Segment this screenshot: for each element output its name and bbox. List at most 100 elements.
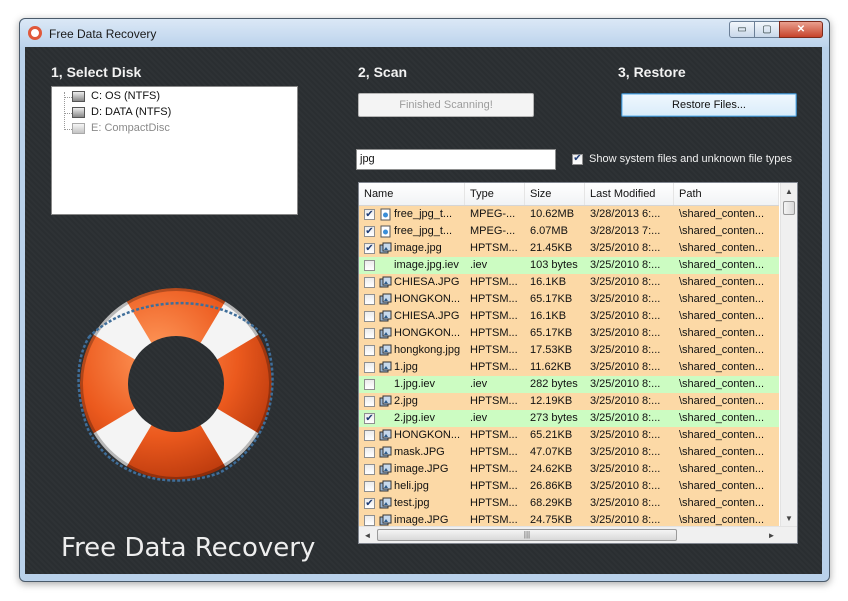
- vertical-scroll-thumb[interactable]: [783, 201, 795, 215]
- row-checkbox[interactable]: [364, 294, 375, 305]
- column-header-type[interactable]: Type: [465, 183, 525, 205]
- table-row[interactable]: ✔ free_jpg_t... MPEG-... 6.07MB 3/28/2013 7:…: [359, 223, 779, 240]
- cell-name: CHIESA.JPG: [359, 308, 465, 325]
- cell-path: \shared_conten...: [679, 242, 765, 254]
- title-bar[interactable]: Free Data Recovery ▭ ▢ ✕: [20, 19, 829, 47]
- column-header-size[interactable]: Size: [525, 183, 585, 205]
- row-checkbox[interactable]: [364, 396, 375, 407]
- minimize-button[interactable]: ▭: [729, 21, 755, 38]
- show-system-files-label: Show system files and unknown file types: [589, 153, 792, 165]
- cell-modified: 3/25/2010 8:...: [590, 446, 661, 458]
- cell-name: mask.JPG: [359, 444, 465, 461]
- cell-modified: 3/25/2010 8:...: [590, 480, 661, 492]
- row-checkbox[interactable]: [364, 277, 375, 288]
- file-list[interactable]: Name Type Size Last Modified Path ✔ free_…: [358, 182, 798, 544]
- scan-button[interactable]: Finished Scanning!: [358, 93, 534, 117]
- main-panel: 1, Select Disk 2, Scan 3, Restore C: OS …: [25, 47, 822, 574]
- cell-size: 65.21KB: [530, 429, 573, 441]
- cell-type: HPTSM...: [470, 293, 518, 305]
- file-name: test.jpg: [394, 497, 430, 509]
- row-checkbox[interactable]: [364, 464, 375, 475]
- disk-item-c[interactable]: C: OS (NTFS): [72, 90, 160, 102]
- row-checkbox[interactable]: [364, 447, 375, 458]
- vertical-scrollbar[interactable]: ▲ ▼: [780, 183, 797, 527]
- column-header-last-modified[interactable]: Last Modified: [585, 183, 674, 205]
- table-row[interactable]: ✔ 2.jpg.iev .iev 273 bytes 3/25/2010 8:... \s…: [359, 410, 779, 427]
- row-checkbox[interactable]: ✔: [364, 209, 375, 220]
- table-row[interactable]: ✔ test.jpg HPTSM... 68.29KB 3/25/2010 8:... \…: [359, 495, 779, 512]
- cell-name: HONGKON...: [359, 427, 465, 444]
- table-row[interactable]: 1.jpg.iev .iev 282 bytes 3/25/2010 8:... \sh…: [359, 376, 779, 393]
- cell-modified: 3/25/2010 8:...: [590, 497, 661, 509]
- file-name: image.jpg.iev: [394, 259, 459, 271]
- row-checkbox[interactable]: ✔: [364, 413, 375, 424]
- restore-files-button[interactable]: Restore Files...: [621, 93, 797, 117]
- file-name: free_jpg_t...: [394, 208, 453, 220]
- table-row[interactable]: heli.jpg HPTSM... 26.86KB 3/25/2010 8:... \s…: [359, 478, 779, 495]
- table-row[interactable]: image.JPG HPTSM... 24.62KB 3/25/2010 8:... \…: [359, 461, 779, 478]
- row-checkbox[interactable]: [364, 515, 375, 526]
- cell-path: \shared_conten...: [679, 327, 765, 339]
- scroll-up-arrow[interactable]: ▲: [781, 183, 797, 200]
- cell-name: heli.jpg: [359, 478, 465, 495]
- table-row[interactable]: 1.jpg HPTSM... 11.62KB 3/25/2010 8:... \shar…: [359, 359, 779, 376]
- file-name: 1.jpg.iev: [394, 378, 435, 390]
- disk-tree[interactable]: C: OS (NTFS) D: DATA (NTFS) E: CompactDi…: [51, 86, 298, 215]
- tree-connector: [64, 113, 72, 114]
- row-checkbox[interactable]: [364, 311, 375, 322]
- table-row[interactable]: ✔ image.jpg HPTSM... 21.45KB 3/25/2010 8:...…: [359, 240, 779, 257]
- cell-path: \shared_conten...: [679, 276, 765, 288]
- close-button[interactable]: ✕: [779, 21, 823, 38]
- cell-name: hongkong.jpg: [359, 342, 465, 359]
- table-row[interactable]: CHIESA.JPG HPTSM... 16.1KB 3/25/2010 8:... \…: [359, 274, 779, 291]
- cell-path: \shared_conten...: [679, 446, 765, 458]
- table-row[interactable]: ✔ free_jpg_t... MPEG-... 10.62MB 3/28/2013 6…: [359, 206, 779, 223]
- show-system-files-checkbox[interactable]: ✔: [572, 153, 583, 165]
- image-group-icon: [379, 361, 392, 373]
- row-checkbox[interactable]: [364, 379, 375, 390]
- row-checkbox[interactable]: [364, 345, 375, 356]
- cell-size: 273 bytes: [530, 412, 578, 424]
- horizontal-scrollbar[interactable]: ◄ ||| ►: [359, 526, 797, 543]
- cell-modified: 3/25/2010 8:...: [590, 378, 661, 390]
- table-row[interactable]: mask.JPG HPTSM... 47.07KB 3/25/2010 8:... \s…: [359, 444, 779, 461]
- cell-size: 16.1KB: [530, 310, 567, 322]
- row-checkbox[interactable]: [364, 481, 375, 492]
- row-checkbox[interactable]: ✔: [364, 498, 375, 509]
- row-checkbox[interactable]: ✔: [364, 243, 375, 254]
- scroll-left-arrow[interactable]: ◄: [359, 527, 376, 543]
- table-row[interactable]: HONGKON... HPTSM... 65.17KB 3/25/2010 8:...…: [359, 291, 779, 308]
- horizontal-scroll-thumb[interactable]: |||: [377, 529, 677, 541]
- row-checkbox[interactable]: [364, 328, 375, 339]
- cell-size: 6.07MB: [530, 225, 568, 237]
- cell-size: 103 bytes: [530, 259, 578, 271]
- cell-path: \shared_conten...: [679, 361, 765, 373]
- brand-title: Free Data Recovery: [61, 533, 316, 563]
- cell-path: \shared_conten...: [679, 497, 765, 509]
- table-row[interactable]: HONGKON... HPTSM... 65.21KB 3/25/2010 8:...…: [359, 427, 779, 444]
- column-header-path[interactable]: Path: [674, 183, 779, 205]
- cell-modified: 3/25/2010 8:...: [590, 259, 661, 271]
- cell-modified: 3/28/2013 6:...: [590, 208, 661, 220]
- table-row[interactable]: image.jpg.iev .iev 103 bytes 3/25/2010 8:..…: [359, 257, 779, 274]
- cell-name: ✔ 2.jpg.iev: [359, 410, 465, 427]
- image-group-icon: [379, 310, 392, 322]
- row-checkbox[interactable]: [364, 362, 375, 373]
- image-group-icon: [379, 463, 392, 475]
- maximize-button[interactable]: ▢: [754, 21, 780, 38]
- table-row[interactable]: HONGKON... HPTSM... 65.17KB 3/25/2010 8:...…: [359, 325, 779, 342]
- scroll-right-arrow[interactable]: ►: [763, 527, 780, 543]
- disk-item-d[interactable]: D: DATA (NTFS): [72, 106, 171, 118]
- show-system-files-option[interactable]: ✔ Show system files and unknown file typ…: [572, 153, 792, 165]
- filter-input[interactable]: jpg: [356, 149, 556, 170]
- table-row[interactable]: CHIESA.JPG HPTSM... 16.1KB 3/25/2010 8:... \…: [359, 308, 779, 325]
- column-header-name[interactable]: Name: [359, 183, 465, 205]
- table-row[interactable]: hongkong.jpg HPTSM... 17.53KB 3/25/2010 8:.…: [359, 342, 779, 359]
- row-checkbox[interactable]: [364, 430, 375, 441]
- row-checkbox[interactable]: [364, 260, 375, 271]
- table-row[interactable]: 2.jpg HPTSM... 12.19KB 3/25/2010 8:... \shar…: [359, 393, 779, 410]
- row-checkbox[interactable]: ✔: [364, 226, 375, 237]
- scroll-down-arrow[interactable]: ▼: [781, 510, 797, 527]
- cell-path: \shared_conten...: [679, 395, 765, 407]
- cell-type: HPTSM...: [470, 344, 518, 356]
